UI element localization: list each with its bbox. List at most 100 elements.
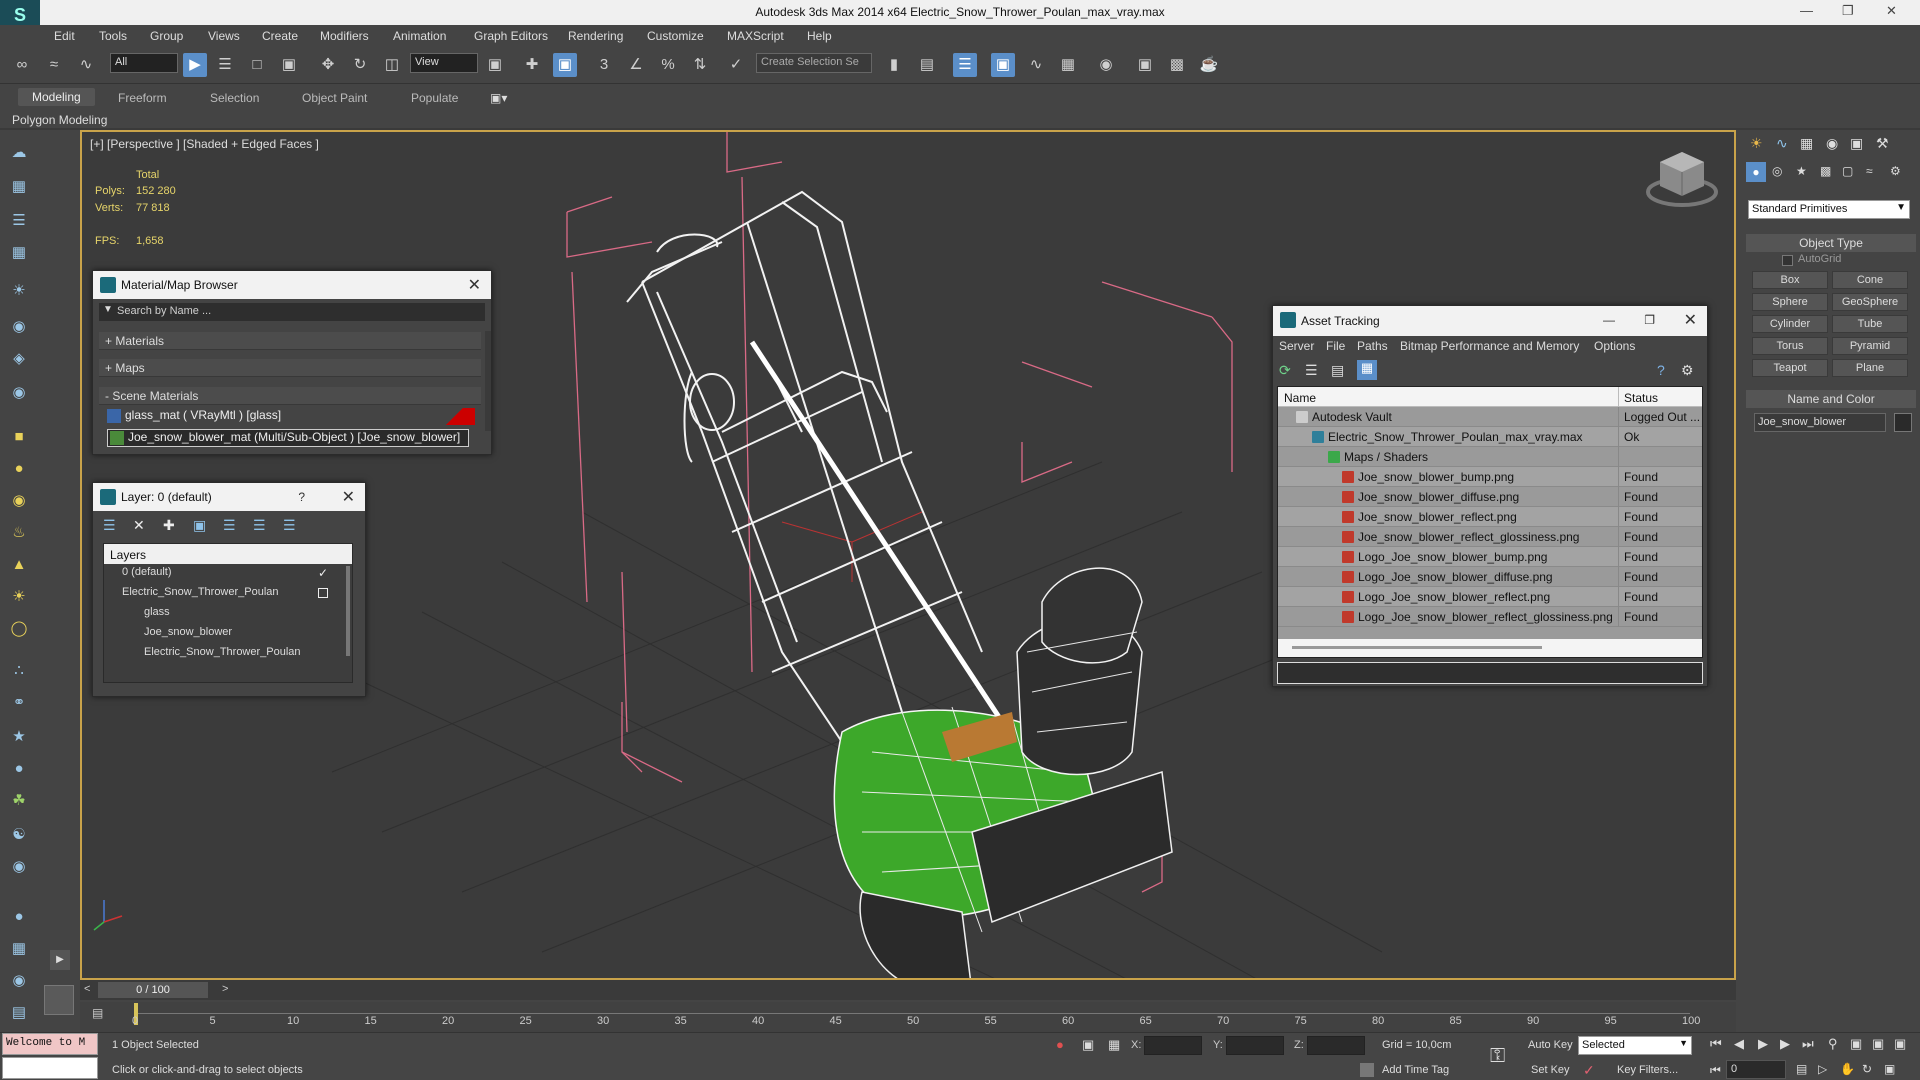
menu-group[interactable]: Group <box>150 29 183 43</box>
create-layer-icon[interactable]: ☰ <box>103 517 116 534</box>
orbit-icon[interactable]: ↻ <box>1862 1062 1872 1076</box>
dome-object-icon[interactable]: ● <box>7 458 31 480</box>
menu-tools[interactable]: Tools <box>99 29 127 43</box>
absolute-mode-icon[interactable]: ▦ <box>1108 1037 1120 1053</box>
asset-row[interactable]: Electric_Snow_Thrower_Poulan_max_vray.ma… <box>1278 427 1702 447</box>
menu-modifiers[interactable]: Modifiers <box>320 29 369 43</box>
select-object-icon[interactable]: ▶ <box>183 53 207 77</box>
status-column-header[interactable]: Status <box>1624 391 1658 405</box>
asset-path-field[interactable] <box>1277 662 1703 684</box>
spinner-snap-icon[interactable]: ⇅ <box>688 53 712 77</box>
geometry-icon[interactable]: ● <box>1746 162 1766 182</box>
render-setup-icon[interactable]: ▣ <box>1133 53 1157 77</box>
primitive-button-box[interactable]: Box <box>1752 271 1828 289</box>
bone-icon[interactable]: ⚭ <box>7 692 31 714</box>
script-icon[interactable]: ▦ <box>7 938 31 960</box>
auto-key-button[interactable]: Auto Key <box>1528 1039 1573 1051</box>
maxscript-input[interactable] <box>2 1057 98 1079</box>
materials-group[interactable]: + Materials <box>99 332 481 350</box>
globe-icon[interactable]: ● <box>7 758 31 780</box>
material-browser-header[interactable]: Material/Map Browser ✕ <box>93 271 491 299</box>
primitive-button-sphere[interactable]: Sphere <box>1752 293 1828 311</box>
grid-view-icon[interactable]: ▦ <box>1357 360 1377 380</box>
tab-populate[interactable]: Populate <box>411 91 458 105</box>
scrollbar[interactable] <box>485 331 491 431</box>
named-selection-input[interactable]: Create Selection Se <box>756 53 872 73</box>
add-time-tag[interactable]: Add Time Tag <box>1382 1064 1449 1076</box>
current-layer-check-icon[interactable]: ✓ <box>318 566 328 580</box>
keyboard-shortcut-icon[interactable]: ▣ <box>553 53 577 77</box>
layer-object-row[interactable]: Electric_Snow_Thrower_Poulan <box>144 646 344 663</box>
set-key-button[interactable]: Set Key <box>1531 1064 1570 1076</box>
primitive-button-teapot[interactable]: Teapot <box>1752 359 1828 377</box>
asset-row[interactable]: Joe_snow_blower_reflect_glossiness.png Fo… <box>1278 527 1702 547</box>
menu-paths[interactable]: Paths <box>1357 339 1388 353</box>
curve-editor-icon[interactable]: ∿ <box>1024 53 1048 77</box>
primitive-button-pyramid[interactable]: Pyramid <box>1832 337 1908 355</box>
asset-row[interactable]: Joe_snow_blower_diffuse.png Found <box>1278 487 1702 507</box>
zoom-extents-icon[interactable]: ▣ <box>1872 1036 1884 1052</box>
goto-start-icon[interactable]: ⏮ <box>1710 1036 1722 1052</box>
layer-row[interactable]: 0 (default) <box>122 566 332 583</box>
rect-selection-icon[interactable]: □ <box>245 53 269 77</box>
table-icon[interactable]: ▦ <box>7 242 31 264</box>
primitive-type-dropdown[interactable]: Standard Primitives ▼ <box>1748 200 1910 219</box>
zoom-all-icon[interactable]: ▣ <box>1850 1036 1862 1052</box>
isolate-icon[interactable]: ● <box>1056 1037 1064 1052</box>
asset-row[interactable]: Logo_Joe_snow_blower_bump.png Found <box>1278 547 1702 567</box>
sun-icon[interactable]: ☀ <box>7 586 31 608</box>
menu-help[interactable]: Help <box>807 29 832 43</box>
shapes-icon[interactable]: ◎ <box>1772 164 1782 178</box>
minimize-icon[interactable]: — <box>1603 313 1615 327</box>
minimize-icon[interactable]: — <box>1800 3 1813 18</box>
layer-explorer-icon[interactable]: ▦ <box>7 176 31 198</box>
primitive-button-plane[interactable]: Plane <box>1832 359 1908 377</box>
list-view-icon[interactable]: ☰ <box>1305 362 1318 379</box>
help-icon[interactable]: ? <box>1657 362 1665 378</box>
menu-create[interactable]: Create <box>262 29 298 43</box>
menu-rendering[interactable]: Rendering <box>568 29 623 43</box>
key-mode-toggle-icon[interactable]: ⏮ <box>1710 1063 1721 1078</box>
percent-snap-icon[interactable]: % <box>656 53 680 77</box>
menu-views[interactable]: Views <box>208 29 240 43</box>
maximize-icon[interactable]: ❐ <box>1842 3 1854 19</box>
select-manipulate-icon[interactable]: ✚ <box>520 53 544 77</box>
menu-animation[interactable]: Animation <box>393 29 446 43</box>
key-filters-button[interactable]: Key Filters... <box>1617 1064 1678 1076</box>
align-icon[interactable]: ▤ <box>915 53 939 77</box>
scene-materials-group[interactable]: - Scene Materials <box>99 387 481 405</box>
field-of-view-icon[interactable]: ▷ <box>1818 1062 1827 1076</box>
x-coordinate-field[interactable] <box>1144 1036 1202 1055</box>
primitive-button-tube[interactable]: Tube <box>1832 315 1908 333</box>
time-tag-icon[interactable] <box>1360 1063 1374 1077</box>
asset-row[interactable]: Logo_Joe_snow_blower_reflect_glossiness.… <box>1278 607 1702 627</box>
pivot-icon[interactable]: ▣ <box>483 53 507 77</box>
object-type-rollout[interactable]: Object Type <box>1746 234 1916 252</box>
menu-maxscript[interactable]: MAXScript <box>727 29 784 43</box>
object-name-field[interactable]: Joe_snow_blower <box>1754 413 1886 432</box>
maximize-icon[interactable]: ❐ <box>1644 313 1655 327</box>
time-slider[interactable]: < 0 / 100 > <box>80 980 1736 1000</box>
menu-server[interactable]: Server <box>1279 339 1314 353</box>
motion-tab-icon[interactable]: ◉ <box>1826 135 1838 152</box>
create-tab-icon[interactable]: ☀ <box>1750 135 1763 152</box>
spacewarps-icon[interactable]: ≈ <box>1866 164 1873 178</box>
close-icon[interactable]: ✕ <box>1684 310 1697 330</box>
layers-column-header[interactable]: Layers <box>104 544 352 564</box>
schematic-view-icon[interactable]: ▦ <box>1056 53 1080 77</box>
layer-object-row[interactable]: glass <box>144 606 344 623</box>
y-coordinate-field[interactable] <box>1226 1036 1284 1055</box>
torus-object-icon[interactable]: ◯ <box>7 618 31 640</box>
select-in-layer-icon[interactable]: ▣ <box>193 517 206 534</box>
close-icon[interactable]: ✕ <box>468 275 481 295</box>
ribbon-options-icon[interactable]: ▣▾ <box>490 91 507 105</box>
play-icon[interactable]: ▶ <box>1758 1036 1768 1052</box>
goto-end-icon[interactable]: ⏭ <box>1802 1036 1814 1052</box>
tab-freeform[interactable]: Freeform <box>118 91 167 105</box>
asset-row[interactable]: Joe_snow_blower_bump.png Found <box>1278 467 1702 487</box>
horizontal-scrollbar[interactable] <box>1278 639 1702 657</box>
menu-graph-editors[interactable]: Graph Editors <box>474 29 548 43</box>
autogrid-checkbox[interactable] <box>1782 255 1793 266</box>
maxscript-listener[interactable]: Welcome to M <box>2 1033 98 1055</box>
box-object-icon[interactable]: ■ <box>7 426 31 448</box>
